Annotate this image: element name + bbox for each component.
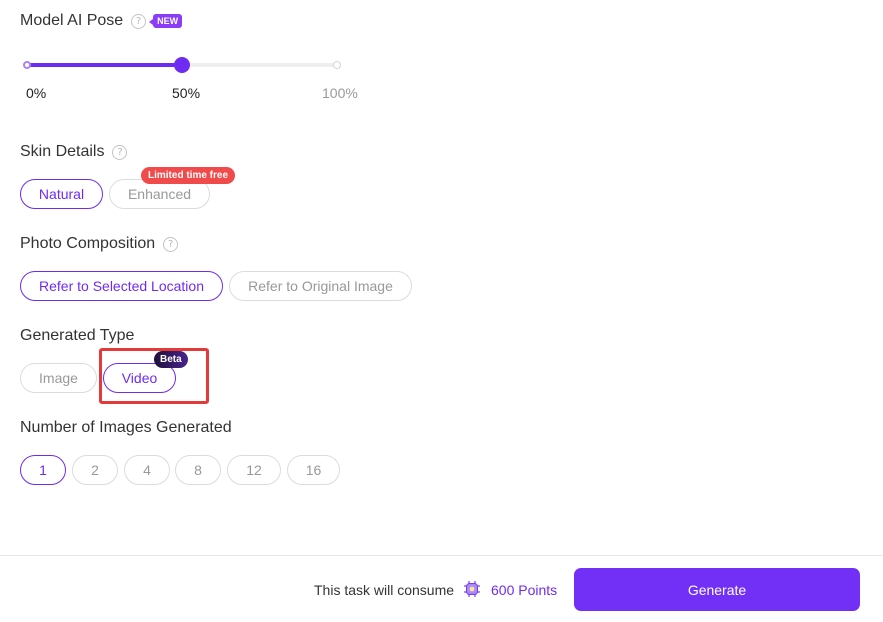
pose-slider[interactable] bbox=[23, 57, 341, 73]
pose-section-title: Model AI Pose ? NEW bbox=[20, 12, 183, 30]
beta-tag: Beta bbox=[154, 351, 188, 368]
pose-slider-end-dot bbox=[333, 61, 341, 69]
count-option-1[interactable]: 1 bbox=[20, 455, 66, 485]
composition-title: Photo Composition bbox=[20, 235, 156, 252]
pose-title: Model AI Pose bbox=[20, 12, 124, 29]
composition-option-selected-location[interactable]: Refer to Selected Location bbox=[20, 271, 223, 301]
help-icon[interactable]: ? bbox=[112, 144, 128, 160]
pose-slider-start-dot bbox=[23, 61, 31, 69]
count-option-8[interactable]: 8 bbox=[175, 455, 221, 485]
composition-section-title: Photo Composition ? bbox=[20, 235, 179, 253]
consume-text: This task will consume bbox=[314, 582, 455, 598]
count-title: Number of Images Generated bbox=[20, 419, 232, 436]
count-section-title: Number of Images Generated bbox=[20, 419, 232, 437]
help-icon[interactable]: ? bbox=[163, 236, 179, 252]
pose-max-label: 100% bbox=[322, 85, 358, 101]
skin-section-title: Skin Details ? bbox=[20, 143, 128, 161]
pose-mid-label: 50% bbox=[172, 85, 201, 101]
help-icon[interactable]: ? bbox=[131, 13, 147, 29]
count-option-12[interactable]: 12 bbox=[227, 455, 281, 485]
pose-slider-thumb[interactable] bbox=[174, 57, 190, 73]
points-text: 600 Points bbox=[491, 582, 558, 598]
limited-time-free-tag: Limited time free bbox=[141, 167, 236, 184]
count-option-16[interactable]: 16 bbox=[287, 455, 340, 485]
new-badge: NEW bbox=[149, 14, 183, 28]
footer-divider bbox=[0, 555, 883, 556]
generate-button[interactable]: Generate bbox=[574, 568, 860, 611]
generated-type-section-title: Generated Type bbox=[20, 327, 134, 345]
skin-option-natural[interactable]: Natural bbox=[20, 179, 103, 209]
pose-min-label: 0% bbox=[26, 85, 47, 101]
chip-icon bbox=[464, 581, 480, 597]
count-option-4[interactable]: 4 bbox=[124, 455, 170, 485]
skin-title: Skin Details bbox=[20, 143, 105, 160]
pose-slider-fill bbox=[27, 63, 182, 67]
generated-type-title: Generated Type bbox=[20, 327, 135, 344]
composition-option-original-image[interactable]: Refer to Original Image bbox=[229, 271, 412, 301]
count-option-2[interactable]: 2 bbox=[72, 455, 118, 485]
type-option-image[interactable]: Image bbox=[20, 363, 97, 393]
